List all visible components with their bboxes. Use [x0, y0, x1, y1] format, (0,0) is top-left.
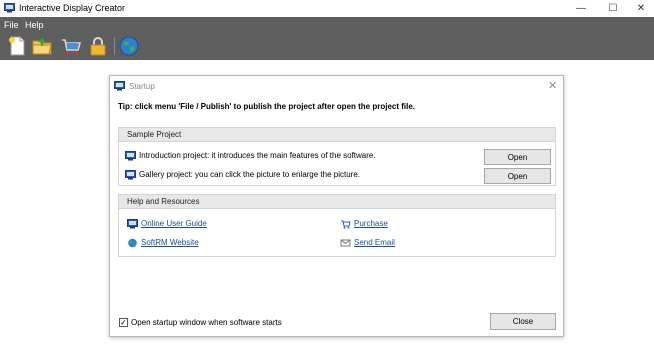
open-folder-icon[interactable]	[31, 35, 53, 57]
window-title: Interactive Display Creator	[19, 3, 126, 13]
menu-help[interactable]: Help	[25, 20, 44, 30]
email-label: Send Email	[354, 238, 395, 247]
app-icon	[4, 3, 15, 13]
sample-project-group: Sample Project Introduction project: it …	[118, 127, 556, 186]
startup-dialog: Startup ✕ Tip: click menu 'File / Publis…	[109, 75, 564, 337]
toolbar	[0, 33, 654, 60]
project-icon	[125, 169, 136, 179]
intro-project-text: Introduction project: it introduces the …	[139, 151, 376, 160]
startup-checkbox-row[interactable]: ✓ Open startup window when software star…	[119, 318, 282, 327]
user-guide-link[interactable]: Online User Guide	[127, 217, 207, 230]
purchase-link[interactable]: Purchase	[340, 217, 388, 230]
email-icon	[340, 239, 351, 246]
close-window-button[interactable]: ✕	[624, 0, 654, 17]
cart-icon	[341, 220, 351, 229]
dialog-app-icon	[114, 81, 125, 91]
globe-icon	[128, 238, 137, 247]
new-file-icon[interactable]	[6, 35, 28, 57]
cart-icon[interactable]	[60, 35, 82, 57]
toolbar-separator	[114, 37, 115, 55]
user-guide-label: Online User Guide	[141, 219, 207, 228]
sample-project-header: Sample Project	[119, 128, 555, 142]
dialog-close-button[interactable]: ✕	[548, 79, 557, 92]
close-button[interactable]: Close	[490, 313, 556, 330]
menu-file[interactable]: File	[4, 20, 19, 30]
gallery-project-row: Gallery project: you can click the pictu…	[125, 167, 360, 182]
help-icon	[127, 218, 138, 228]
menu-bar: File Help	[0, 17, 654, 33]
website-link[interactable]: SoftRM Website	[127, 236, 199, 249]
startup-checkbox[interactable]: ✓	[119, 318, 128, 327]
globe-icon[interactable]	[118, 35, 140, 57]
dialog-title: Startup	[129, 82, 155, 91]
intro-project-row: Introduction project: it introduces the …	[125, 148, 376, 163]
tip-text: Tip: click menu 'File / Publish' to publ…	[118, 102, 416, 111]
startup-checkbox-label: Open startup window when software starts	[131, 318, 282, 327]
open-intro-button[interactable]: Open	[484, 149, 551, 165]
help-resources-group: Help and Resources Online User Guide Pur…	[118, 194, 556, 257]
minimize-button[interactable]: —	[564, 0, 598, 17]
website-label: SoftRM Website	[141, 238, 199, 247]
gallery-project-text: Gallery project: you can click the pictu…	[139, 170, 360, 179]
title-bar: Interactive Display Creator — ☐ ✕	[0, 0, 654, 17]
help-resources-header: Help and Resources	[119, 195, 555, 209]
lock-icon[interactable]	[87, 35, 109, 57]
email-link[interactable]: Send Email	[340, 236, 395, 249]
purchase-label: Purchase	[354, 219, 388, 228]
project-icon	[125, 150, 136, 160]
open-gallery-button[interactable]: Open	[484, 168, 551, 184]
